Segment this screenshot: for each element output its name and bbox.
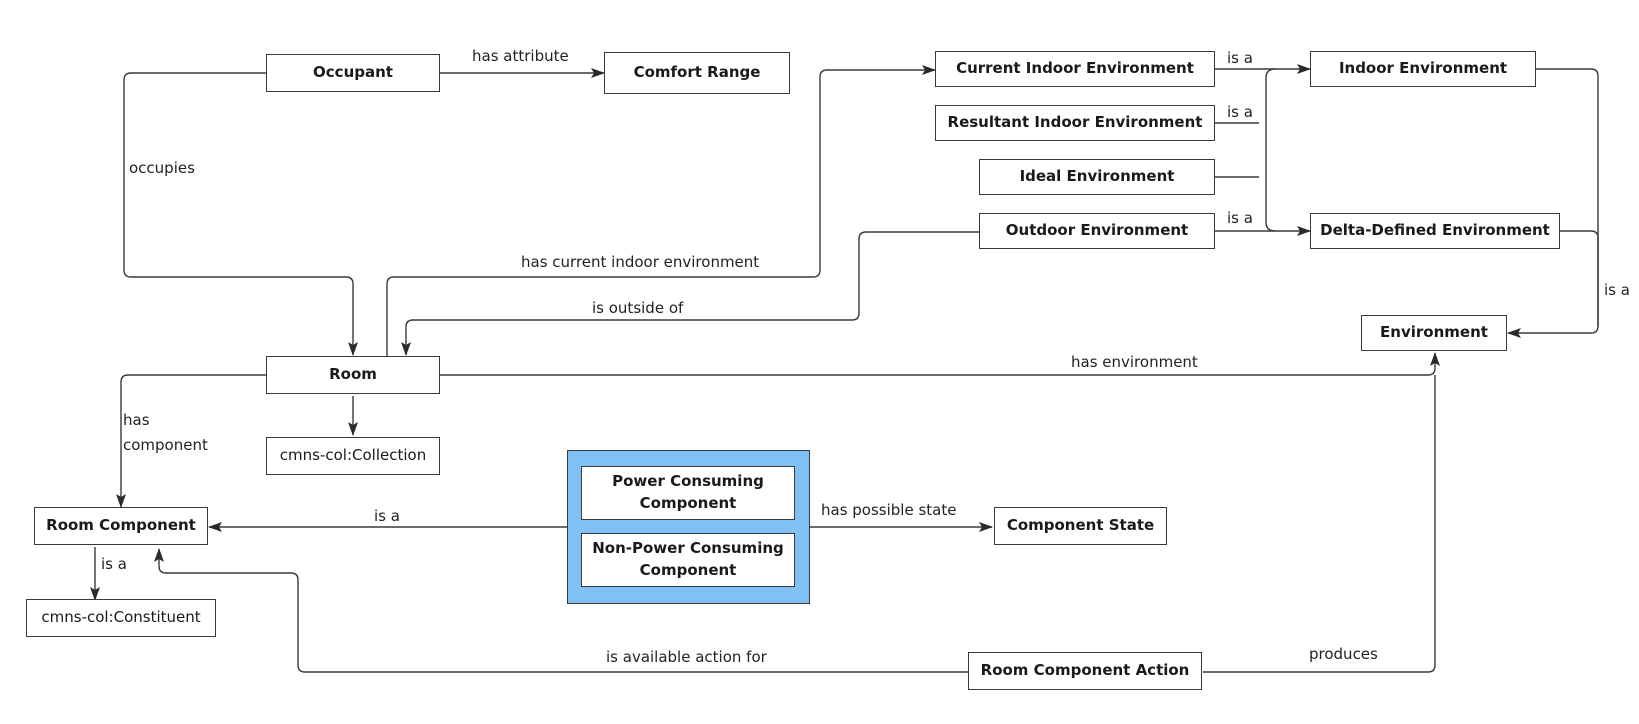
edge-is-outside-of (401, 231, 980, 356)
node-collection[interactable]: cmns-col:Collection (266, 437, 440, 475)
edge-is-available-action-for (154, 548, 968, 673)
ontology-diagram: Occupant Comfort Range Current Indoor En… (0, 0, 1639, 724)
label-has-possible-state: has possible state (821, 501, 957, 519)
label-occupies: occupies (129, 159, 195, 177)
node-constituent[interactable]: cmns-col:Constituent (26, 599, 216, 637)
node-occupant[interactable]: Occupant (266, 54, 440, 92)
edge-is-a-bracket (1265, 68, 1276, 232)
label-has-current-indoor-environment: has current indoor environment (521, 253, 760, 271)
edge-delta-is-a-environment (1558, 230, 1599, 326)
component-group[interactable]: Power Consuming Component Non-Power Cons… (567, 450, 810, 604)
label-is-a-outdoor: is a (1227, 209, 1253, 227)
node-power-consuming-component[interactable]: Power Consuming Component (581, 466, 795, 520)
edge-indoor-is-a-environment (1507, 68, 1599, 338)
edge-produces (1203, 375, 1436, 673)
node-non-power-consuming-component[interactable]: Non-Power Consuming Component (581, 533, 795, 587)
label-is-a-constituent: is a (101, 555, 127, 573)
edges-layer (90, 64, 1599, 673)
node-component-state[interactable]: Component State (994, 507, 1167, 545)
label-is-a-current: is a (1227, 49, 1253, 67)
node-room[interactable]: Room (266, 356, 440, 394)
label-is-a-component: is a (374, 507, 400, 525)
label-has-component: has component (123, 411, 208, 454)
node-comfort-range[interactable]: Comfort Range (604, 52, 790, 94)
label-is-outside-of: is outside of (592, 299, 684, 317)
node-resultant-indoor-environment[interactable]: Resultant Indoor Environment (935, 105, 1215, 141)
node-delta-defined-environment[interactable]: Delta-Defined Environment (1310, 213, 1560, 249)
label-has-attribute: has attribute (472, 47, 569, 65)
node-environment[interactable]: Environment (1361, 315, 1507, 351)
label-is-a-environment: is a (1604, 281, 1630, 299)
edge-occupies (123, 72, 358, 356)
node-room-component-action[interactable]: Room Component Action (968, 652, 1202, 690)
label-has-environment: has environment (1071, 353, 1198, 371)
node-outdoor-environment[interactable]: Outdoor Environment (979, 213, 1215, 249)
label-is-a-resultant: is a (1227, 103, 1253, 121)
node-current-indoor-environment[interactable]: Current Indoor Environment (935, 51, 1215, 87)
node-ideal-environment[interactable]: Ideal Environment (979, 159, 1215, 195)
label-produces: produces (1309, 645, 1378, 663)
edge-has-environment (440, 352, 1440, 376)
node-indoor-environment[interactable]: Indoor Environment (1310, 51, 1536, 87)
node-room-component[interactable]: Room Component (34, 507, 208, 545)
label-is-available-action-for: is available action for (606, 648, 767, 666)
